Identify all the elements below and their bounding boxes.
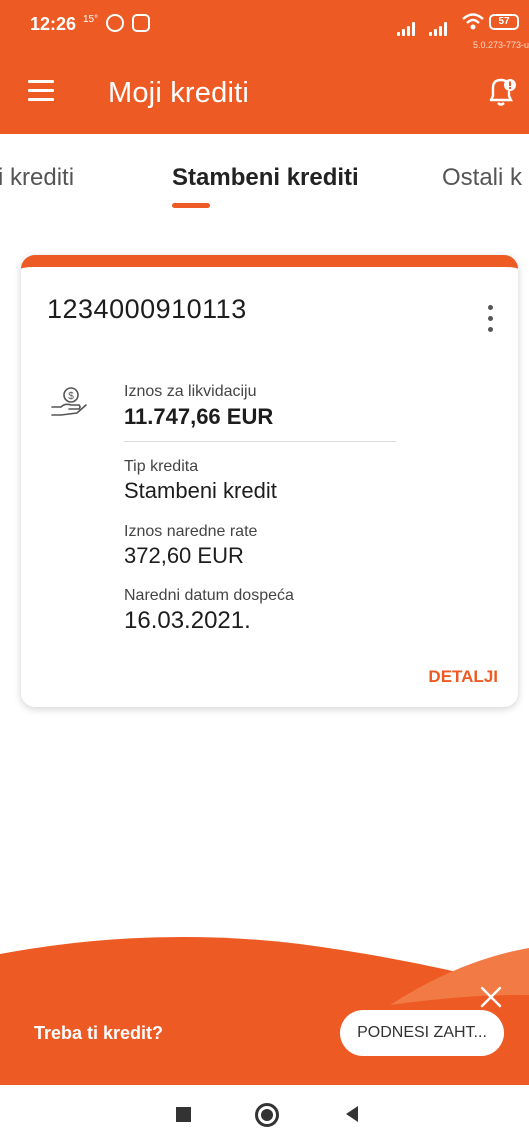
tab-housing-loans[interactable]: Stambeni krediti [172, 164, 359, 192]
due-date-value: 16.03.2021. [124, 607, 251, 634]
more-options-icon[interactable] [484, 305, 496, 335]
signal-icon [397, 22, 421, 36]
next-installment-label: Iznos naredne rate [124, 523, 258, 540]
loan-type-tabs: i krediti Stambeni krediti Ostali k [0, 134, 529, 214]
recent-apps-icon[interactable] [176, 1107, 191, 1122]
next-installment-value: 372,60 EUR [124, 543, 244, 568]
system-nav-bar [0, 1085, 529, 1142]
notification-bell-icon[interactable] [481, 72, 521, 112]
wifi-icon [462, 13, 484, 30]
app-header: 12:26 15° 57 5.0.273-773-u Moji krediti [0, 0, 529, 134]
submit-request-button[interactable]: PODNESI ZAHT... [340, 1010, 504, 1056]
home-icon[interactable] [255, 1103, 279, 1127]
status-bar: 12:26 15° 57 5.0.273-773-u [0, 0, 529, 50]
menu-icon[interactable] [28, 80, 54, 102]
banner-question: Treba ti kredit? [34, 1023, 164, 1043]
back-icon[interactable] [346, 1106, 358, 1122]
status-indicators: 57 [389, 12, 529, 36]
app-version: 5.0.273-773-u [472, 40, 529, 50]
status-temperature: 15° [83, 14, 99, 25]
whatsapp-icon [106, 14, 124, 32]
details-button[interactable]: DETALJI [428, 667, 498, 687]
loan-type-label: Tip kredita [124, 458, 199, 475]
loan-request-banner: Treba ti kredit? PODNESI ZAHT... [0, 930, 529, 1085]
close-icon[interactable] [478, 984, 504, 1010]
due-date-label: Naredni datum dospeća [124, 587, 294, 604]
instagram-icon [132, 14, 150, 32]
tab-other-loans-prev[interactable]: i krediti [0, 164, 74, 192]
divider [124, 441, 396, 442]
loan-type-value: Stambeni kredit [124, 478, 277, 503]
battery-icon: 57 [489, 14, 519, 30]
banner-background [0, 936, 529, 1085]
svg-text:$: $ [68, 391, 74, 402]
liquidation-amount-label: Iznos za likvidaciju [124, 383, 257, 400]
loan-card[interactable]: 1234000910113 $ Iznos za likvidaciju 11.… [21, 255, 518, 707]
tab-other-loans[interactable]: Ostali k [442, 164, 522, 192]
money-hand-icon: $ [51, 387, 87, 416]
page-title: Moji krediti [108, 77, 249, 109]
active-tab-indicator [172, 203, 210, 208]
status-time: 12:26 [30, 14, 77, 34]
liquidation-amount-value: 11.747,66 EUR [124, 404, 274, 429]
signal-icon [429, 22, 453, 36]
loan-account-number: 1234000910113 [47, 294, 247, 324]
